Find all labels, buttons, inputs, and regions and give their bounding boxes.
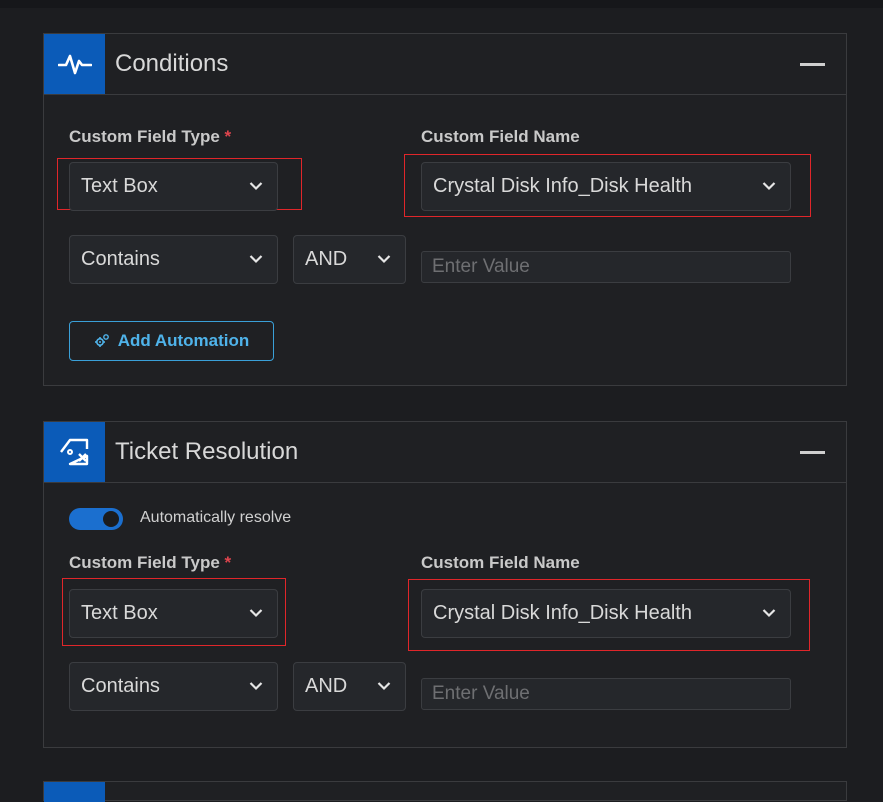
custom-field-name-label: Custom Field Name: [421, 127, 580, 146]
add-automation-button[interactable]: Add Automation: [69, 321, 274, 361]
custom-field-type-label: Custom Field Type *: [69, 553, 232, 572]
gears-icon: [94, 334, 109, 347]
chevron-down-icon: [249, 254, 263, 263]
required-mark: *: [224, 127, 232, 146]
pulse-icon: [44, 34, 105, 94]
value-input[interactable]: Enter Value: [421, 251, 791, 283]
toggle-knob: [103, 511, 119, 527]
conditions-panel: Conditions Custom Field Type * Text Box …: [43, 33, 847, 386]
chevron-down-icon: [249, 608, 263, 617]
collapse-button[interactable]: [800, 63, 825, 66]
custom-field-name-select[interactable]: Crystal Disk Info_Disk Health: [421, 162, 791, 211]
chevron-down-icon: [249, 181, 263, 190]
panel-title: Conditions: [115, 50, 229, 77]
value-input[interactable]: Enter Value: [421, 678, 791, 710]
panel-title: Ticket Resolution: [115, 438, 299, 465]
conditions-header[interactable]: Conditions: [44, 34, 846, 95]
ticket-resolution-header[interactable]: Ticket Resolution: [44, 422, 846, 483]
auto-resolve-toggle[interactable]: [69, 508, 123, 530]
collapse-button[interactable]: [800, 451, 825, 454]
panel-icon-block: [44, 782, 105, 802]
logic-select[interactable]: AND: [293, 235, 406, 284]
chevron-down-icon: [762, 181, 776, 190]
chevron-down-icon: [377, 681, 391, 690]
logic-select[interactable]: AND: [293, 662, 406, 711]
auto-resolve-label: Automatically resolve: [140, 509, 292, 526]
chevron-down-icon: [377, 254, 391, 263]
required-mark: *: [224, 553, 232, 572]
custom-field-name-select[interactable]: Crystal Disk Info_Disk Health: [421, 589, 791, 638]
ticket-resolution-panel: Ticket Resolution Automatically resolve …: [43, 421, 847, 748]
custom-field-type-label: Custom Field Type *: [69, 127, 232, 146]
custom-field-type-select[interactable]: Text Box: [69, 589, 278, 638]
top-bar: [0, 0, 883, 8]
custom-field-type-select[interactable]: Text Box: [69, 162, 278, 211]
chevron-down-icon: [249, 681, 263, 690]
operator-select[interactable]: Contains: [69, 235, 278, 284]
next-panel-header[interactable]: [43, 781, 847, 802]
custom-field-name-label: Custom Field Name: [421, 553, 580, 572]
chevron-down-icon: [762, 608, 776, 617]
operator-select[interactable]: Contains: [69, 662, 278, 711]
ticket-close-icon: [44, 422, 105, 482]
